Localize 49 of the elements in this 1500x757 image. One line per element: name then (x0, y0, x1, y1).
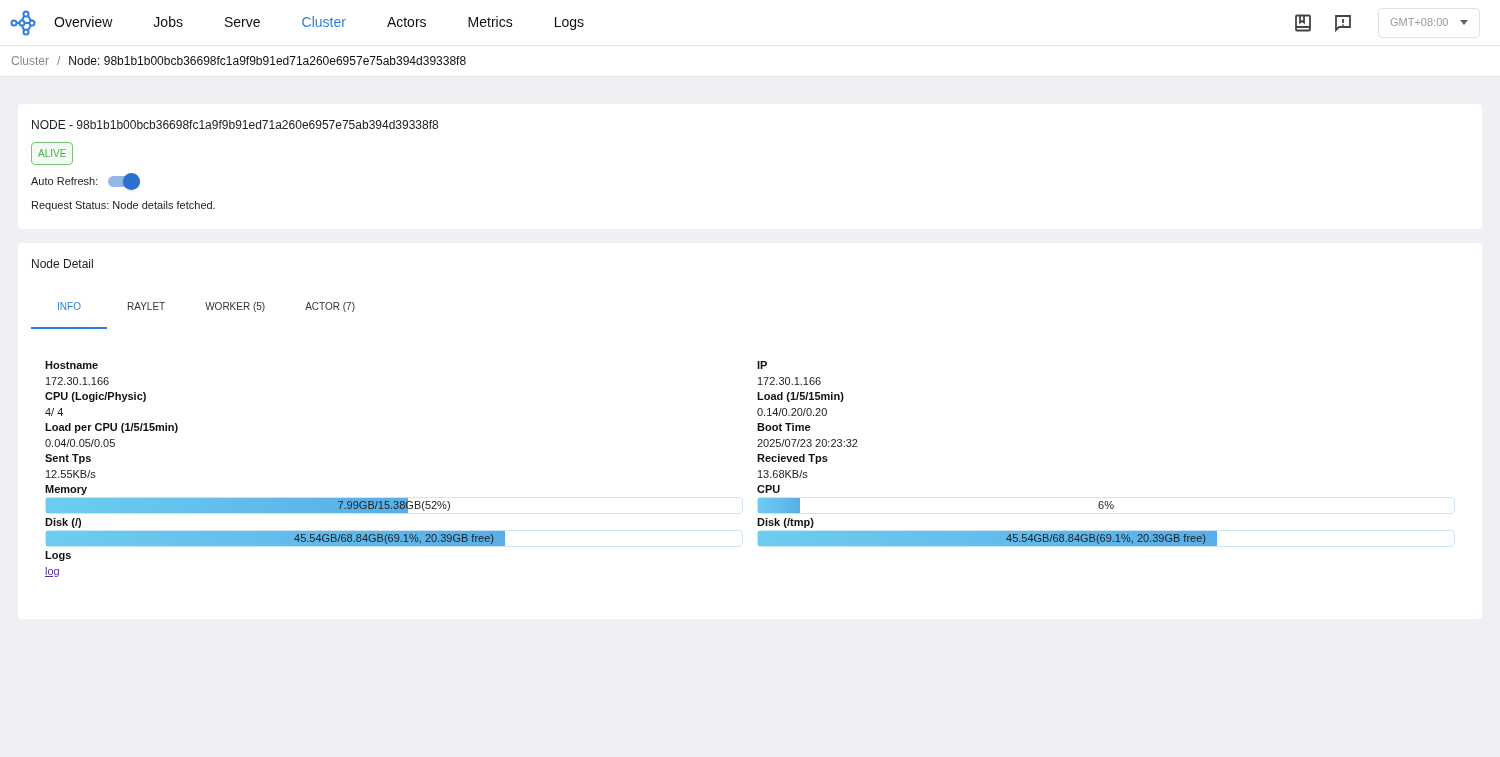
usage-text: 45.54GB/68.84GB(69.1%, 20.39GB free) (293, 531, 495, 546)
field-label: Memory (45, 481, 89, 497)
nav-tab[interactable]: Overview (54, 12, 113, 33)
book-icon[interactable] (1294, 13, 1312, 32)
field-value: 0.14/0.20/0.20 (757, 404, 829, 420)
field-label: Recieved Tps (757, 450, 829, 466)
field-label: Load per CPU (1/5/15min) (45, 419, 180, 435)
field-label: Hostname (45, 357, 100, 373)
request-status: Request Status: Node details fetched. (31, 198, 216, 213)
log-link[interactable]: log (45, 562, 60, 579)
detail-tab[interactable]: INFO (31, 285, 107, 329)
field-value: 172.30.1.166 (757, 373, 823, 389)
field-value: 13.68KB/s (757, 466, 809, 482)
nav-tab[interactable]: Metrics (467, 12, 513, 33)
field-value: 0.04/0.05/0.05 (45, 435, 117, 451)
nav-tab[interactable]: Jobs (153, 12, 183, 33)
detail-tab[interactable]: ACTOR (7) (285, 285, 375, 329)
breadcrumb-link[interactable]: Cluster (11, 52, 49, 70)
nav-tab[interactable]: Logs (553, 12, 585, 33)
field-value: 2025/07/23 20:23:32 (757, 435, 859, 451)
field-value: 12.55KB/s (45, 466, 97, 482)
breadcrumb-current: Node: 98b1b1b00bcb36698fc1a9f9b91ed71a260e6957e75ab394d39338f8 (68, 53, 467, 70)
feedback-icon[interactable] (1334, 13, 1352, 32)
node-title: NODE - 98b1b1b00bcb36698fc1a9f9b91ed71a260e6957e75ab394d39338f8 (31, 117, 439, 134)
caret-icon (1460, 20, 1468, 25)
usage-text: 6% (1097, 498, 1115, 513)
field-label: Logs (45, 547, 73, 563)
field-label: Load (1/5/15min) (757, 388, 845, 404)
field-label: Disk (/tmp) (757, 514, 815, 530)
field-label: IP (757, 357, 769, 373)
field-label: Disk (/) (45, 514, 83, 530)
field-label: Sent Tps (45, 450, 93, 466)
field-label: CPU (757, 481, 782, 497)
detail-tab[interactable]: WORKER (5) (185, 285, 286, 329)
logo-icon (10, 9, 36, 36)
nav-tab[interactable]: Actors (386, 12, 427, 33)
usage-text: 45.54GB/68.84GB(69.1%, 20.39GB free) (1005, 531, 1207, 546)
auto-refresh-label: Auto Refresh: (31, 173, 99, 189)
field-label: Boot Time (757, 419, 812, 435)
auto-refresh-switch[interactable] (108, 171, 141, 191)
breadcrumb-separator: / (57, 53, 61, 70)
nav-tab[interactable]: Cluster (301, 12, 346, 33)
section-title: Node Detail (31, 255, 95, 273)
field-value: 172.30.1.166 (45, 373, 111, 389)
detail-tab[interactable]: RAYLET (107, 285, 186, 329)
nav-tab[interactable]: Serve (223, 12, 261, 33)
field-value: 4/ 4 (45, 404, 65, 420)
field-label: CPU (Logic/Physic) (45, 388, 148, 404)
status-badge: ALIVE (31, 142, 74, 165)
